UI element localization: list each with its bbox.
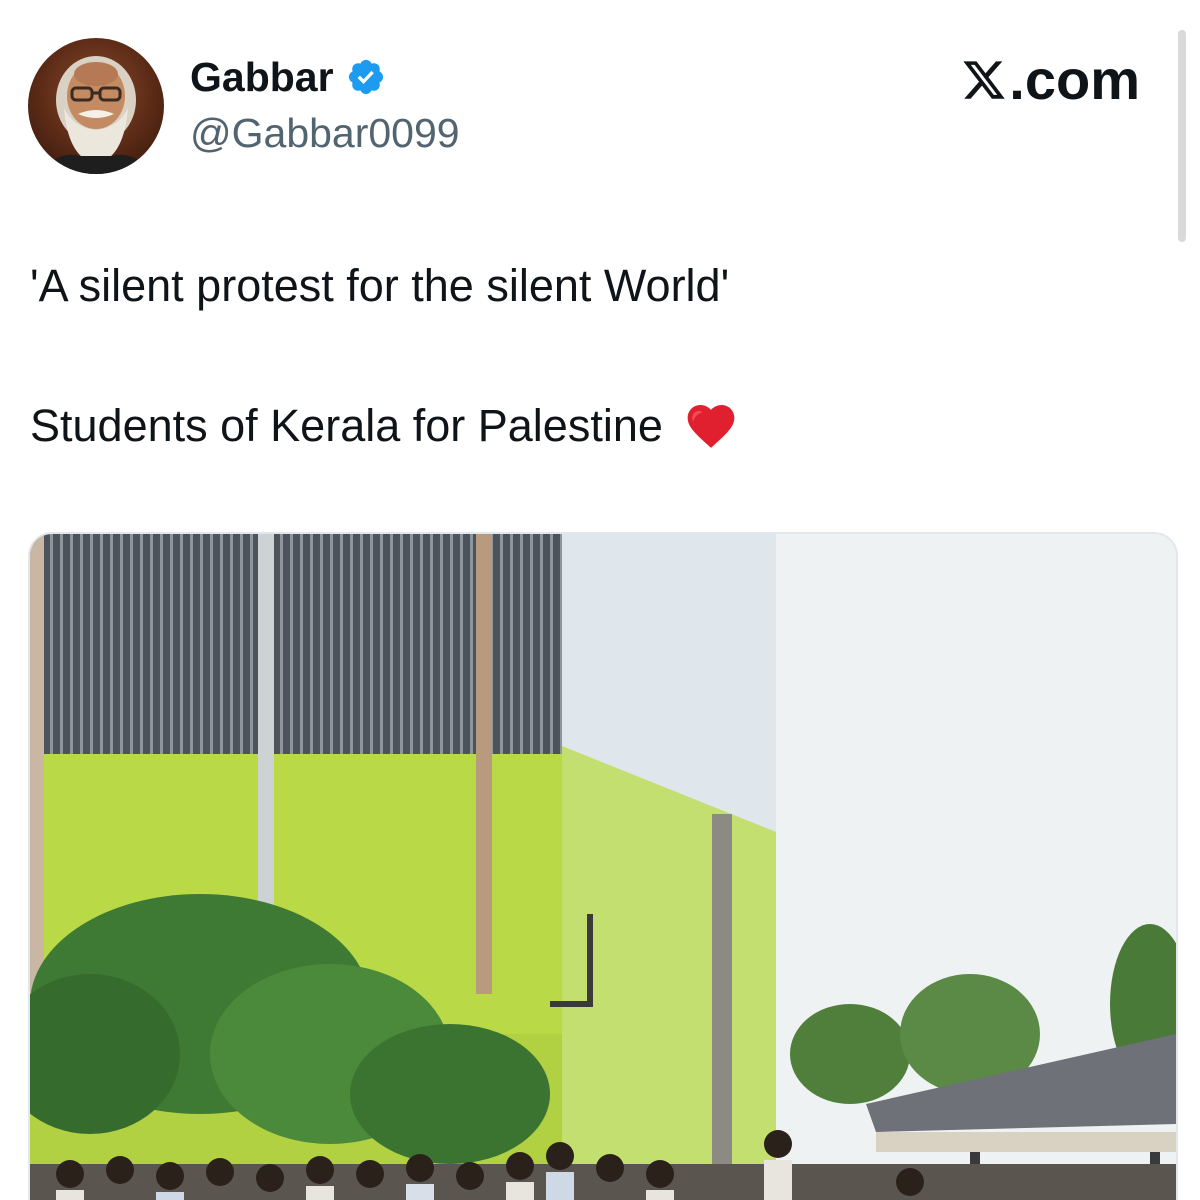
red-heart-icon bbox=[683, 398, 739, 454]
display-name[interactable]: Gabbar bbox=[190, 52, 386, 102]
scrollbar[interactable] bbox=[1178, 30, 1186, 242]
tweet-media-image[interactable] bbox=[28, 532, 1178, 1200]
tweet-text-line-2: Students of Kerala for Palestine bbox=[30, 398, 739, 454]
display-name-text: Gabbar bbox=[190, 54, 334, 100]
tweet-text-line-1: 'A silent protest for the silent World' bbox=[30, 260, 730, 311]
protest-photo bbox=[30, 534, 1176, 1200]
avatar[interactable] bbox=[28, 38, 164, 174]
user-handle[interactable]: @Gabbar0099 bbox=[190, 108, 460, 158]
x-com-logo: .com bbox=[961, 50, 1140, 110]
x-logo-icon bbox=[963, 61, 1006, 99]
verified-badge-icon bbox=[346, 57, 386, 97]
x-com-domain-text: .com bbox=[1009, 48, 1140, 111]
bearded-man-avatar-icon bbox=[38, 56, 154, 174]
tweet-text-line-2-text: Students of Kerala for Palestine bbox=[30, 400, 663, 451]
